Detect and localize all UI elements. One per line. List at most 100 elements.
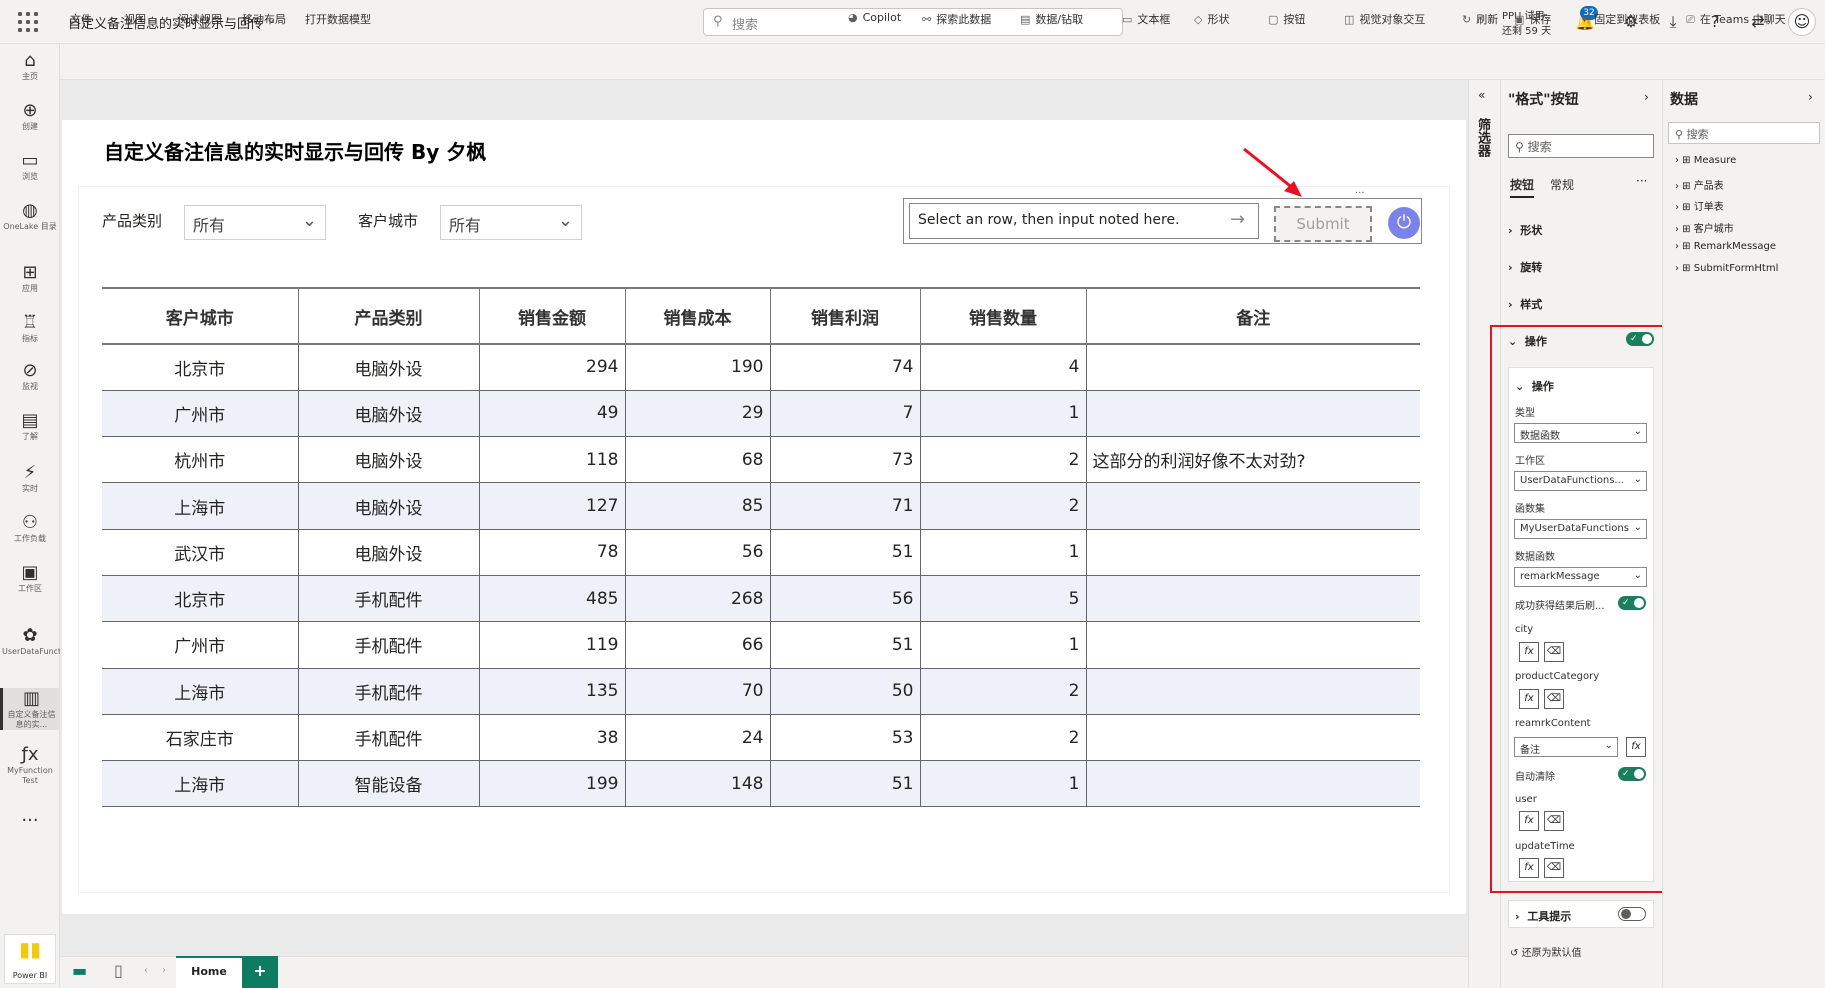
chevron-right-icon[interactable]: › xyxy=(1808,90,1813,104)
column-header[interactable]: 销售数量 xyxy=(920,287,1087,345)
add-page-button[interactable]: + xyxy=(242,956,278,988)
data-table-item[interactable]: › ⊞ Measure xyxy=(1675,155,1736,166)
nav-item-3[interactable]: ◍ OneLake 目录 xyxy=(0,200,60,232)
nav-item-11[interactable]: ✿ UserDataFunctionsWo... xyxy=(0,625,97,657)
nav-item-9[interactable]: ⚇ 工作负载 xyxy=(0,512,60,544)
more-options-icon[interactable]: ··· xyxy=(1636,174,1647,188)
ribbon-action-4[interactable]: ◇ 形状 xyxy=(1194,11,1229,27)
arrow-right-icon[interactable]: → xyxy=(1230,209,1245,230)
type-dropdown[interactable]: 数据函数 ⌄ xyxy=(1514,423,1647,443)
workspace-dropdown[interactable]: UserDataFunctions... ⌄ xyxy=(1514,471,1647,491)
refresh-after-toggle[interactable]: ✓ xyxy=(1618,596,1646,610)
column-header[interactable]: 销售利润 xyxy=(770,287,921,345)
ribbon-menu-0[interactable]: 文件 xyxy=(70,11,92,27)
eraser-icon[interactable]: ⌫ xyxy=(1544,642,1564,662)
nav-item-5[interactable]: ♖ 指标 xyxy=(0,312,60,344)
nav-item-12[interactable]: ▥ 自定义备注信息的实... xyxy=(0,688,60,730)
data-function-dropdown[interactable]: remarkMessage ⌄ xyxy=(1514,567,1647,587)
format-search-input[interactable]: ⚲ 搜索 xyxy=(1508,134,1654,158)
category-slicer[interactable]: 所有 ⌄ xyxy=(184,205,326,240)
ribbon-action-2[interactable]: ▤ 数据/钻取 xyxy=(1020,11,1083,27)
prev-page-icon[interactable]: ‹ xyxy=(144,965,148,976)
column-header[interactable]: 产品类别 xyxy=(298,287,480,345)
nav-item-6[interactable]: ⊘ 监视 xyxy=(0,360,60,392)
table-row[interactable]: 上海市 电脑外设 127 85 71 2 xyxy=(102,482,1420,530)
ribbon-action-8[interactable]: ▣ 保存 xyxy=(1514,11,1551,27)
ribbon-menu-1[interactable]: 视图 xyxy=(124,11,146,27)
nav-item-14[interactable]: ··· xyxy=(0,810,60,832)
nav-item-7[interactable]: ▤ 了解 xyxy=(0,410,60,442)
eraser-icon[interactable]: ⌫ xyxy=(1544,858,1564,878)
data-table-item[interactable]: › ⊞ 订单表 xyxy=(1675,198,1724,213)
ribbon-action-0[interactable]: ◕ Copilot xyxy=(848,11,901,24)
tab-home[interactable]: Home xyxy=(176,956,242,988)
power-icon[interactable]: ⏻ xyxy=(1388,207,1420,239)
filter-pane-label[interactable]: 筛选器 xyxy=(1475,118,1492,157)
document-title[interactable]: 自定义备注信息的实时显示与回传 xyxy=(68,13,263,32)
fx-icon[interactable]: fx xyxy=(1519,642,1539,662)
table-row[interactable]: 杭州市 电脑外设 118 68 73 2 这部分的利润好像不太对劲? xyxy=(102,436,1420,484)
table-row[interactable]: 广州市 电脑外设 49 29 7 1 xyxy=(102,390,1420,438)
app-launcher-icon[interactable] xyxy=(16,10,40,34)
ribbon-menu-4[interactable]: 打开数据模型 xyxy=(305,11,371,27)
note-input[interactable]: Select an row, then input noted here. xyxy=(909,203,1259,239)
table-row[interactable]: 北京市 手机配件 485 268 56 5 xyxy=(102,575,1420,623)
section-shape[interactable]: › 形状 xyxy=(1508,222,1542,238)
function-set-dropdown[interactable]: MyUserDataFunctions ⌄ xyxy=(1514,519,1647,539)
mobile-view-icon[interactable]: ▯ xyxy=(114,961,123,980)
table-row[interactable]: 武汉市 电脑外设 78 56 51 1 xyxy=(102,529,1420,576)
fx-icon[interactable]: fx xyxy=(1626,737,1646,757)
powerbi-switcher[interactable]: ▮▮ Power BI xyxy=(4,934,56,984)
eraser-icon[interactable]: ⌫ xyxy=(1544,689,1564,709)
section-style[interactable]: › 样式 xyxy=(1508,296,1542,312)
fx-icon[interactable]: fx xyxy=(1519,689,1539,709)
data-search-input[interactable]: ⚲ 搜索 xyxy=(1668,122,1820,144)
tab-button[interactable]: 按钮 xyxy=(1510,176,1535,198)
data-table-item[interactable]: › ⊞ RemarkMessage xyxy=(1675,241,1776,252)
ribbon-action-6[interactable]: ◫ 视觉对象交互 xyxy=(1344,11,1425,27)
chevron-right-icon[interactable]: › xyxy=(1644,90,1649,104)
download-icon[interactable]: ⤓ xyxy=(1663,12,1683,32)
data-table-item[interactable]: › ⊞ 产品表 xyxy=(1675,177,1724,192)
nav-item-4[interactable]: ⊞ 应用 xyxy=(0,262,60,294)
eraser-icon[interactable]: ⌫ xyxy=(1544,811,1564,831)
nav-item-8[interactable]: ⚡ 实时 xyxy=(0,462,60,494)
nav-item-13[interactable]: ƒx MyFunction Test xyxy=(0,744,60,786)
ribbon-menu-2[interactable]: 阅读视图 xyxy=(178,11,222,27)
auto-clear-toggle[interactable]: ✓ xyxy=(1618,767,1646,781)
ribbon-action-3[interactable]: ▭ 文本框 xyxy=(1122,11,1170,27)
submit-button[interactable]: Submit xyxy=(1274,206,1372,242)
column-header[interactable]: 客户城市 xyxy=(102,287,299,345)
fx-icon[interactable]: fx xyxy=(1519,811,1539,831)
table-row[interactable]: 石家庄市 手机配件 38 24 53 2 xyxy=(102,714,1420,762)
section-action[interactable]: ⌄ 操作 xyxy=(1508,333,1547,349)
tab-general[interactable]: 常规 xyxy=(1550,176,1574,193)
column-header[interactable]: 销售成本 xyxy=(625,287,771,345)
ribbon-action-9[interactable]: ✦ 固定到仪表板 xyxy=(1580,11,1660,27)
double-chevron-left-icon[interactable]: « xyxy=(1478,88,1485,102)
table-row[interactable]: 广州市 手机配件 119 66 51 1 xyxy=(102,621,1420,669)
content-field-dropdown[interactable]: 备注 ⌄ xyxy=(1514,737,1618,757)
fx-icon[interactable]: fx xyxy=(1519,858,1539,878)
data-table-item[interactable]: › ⊞ SubmitFormHtml xyxy=(1675,263,1778,274)
tooltip-toggle[interactable] xyxy=(1618,907,1646,921)
ribbon-action-5[interactable]: ▢ 按钮 xyxy=(1268,11,1305,27)
more-options-icon[interactable]: ··· xyxy=(1355,188,1365,199)
nav-item-10[interactable]: ▣ 工作区 xyxy=(0,562,60,594)
subsection-action[interactable]: ⌄ 操作 xyxy=(1515,378,1554,394)
action-toggle[interactable]: ✓ xyxy=(1626,332,1654,346)
table-row[interactable]: 北京市 电脑外设 294 190 74 4 xyxy=(102,344,1420,391)
ribbon-menu-3[interactable]: 移动布局 xyxy=(242,11,286,27)
table-row[interactable]: 上海市 手机配件 135 70 50 2 xyxy=(102,668,1420,715)
ribbon-action-7[interactable]: ↻ 刷新 xyxy=(1462,11,1498,27)
city-slicer[interactable]: 所有 ⌄ xyxy=(440,205,582,240)
nav-item-0[interactable]: ⌂ 主页 xyxy=(0,50,60,82)
data-table-item[interactable]: › ⊞ 客户城市 xyxy=(1675,220,1734,235)
nav-item-2[interactable]: ▭ 浏览 xyxy=(0,150,60,182)
ribbon-action-10[interactable]: ⎚ 在 Teams 中聊天 xyxy=(1686,11,1786,27)
column-header[interactable]: 备注 xyxy=(1086,287,1420,345)
next-page-icon[interactable]: › xyxy=(162,965,166,976)
avatar[interactable]: ☺ xyxy=(1788,8,1816,36)
nav-item-1[interactable]: ⊕ 创建 xyxy=(0,100,60,132)
reset-default-link[interactable]: ↺ 还原为默认值 xyxy=(1510,944,1582,959)
